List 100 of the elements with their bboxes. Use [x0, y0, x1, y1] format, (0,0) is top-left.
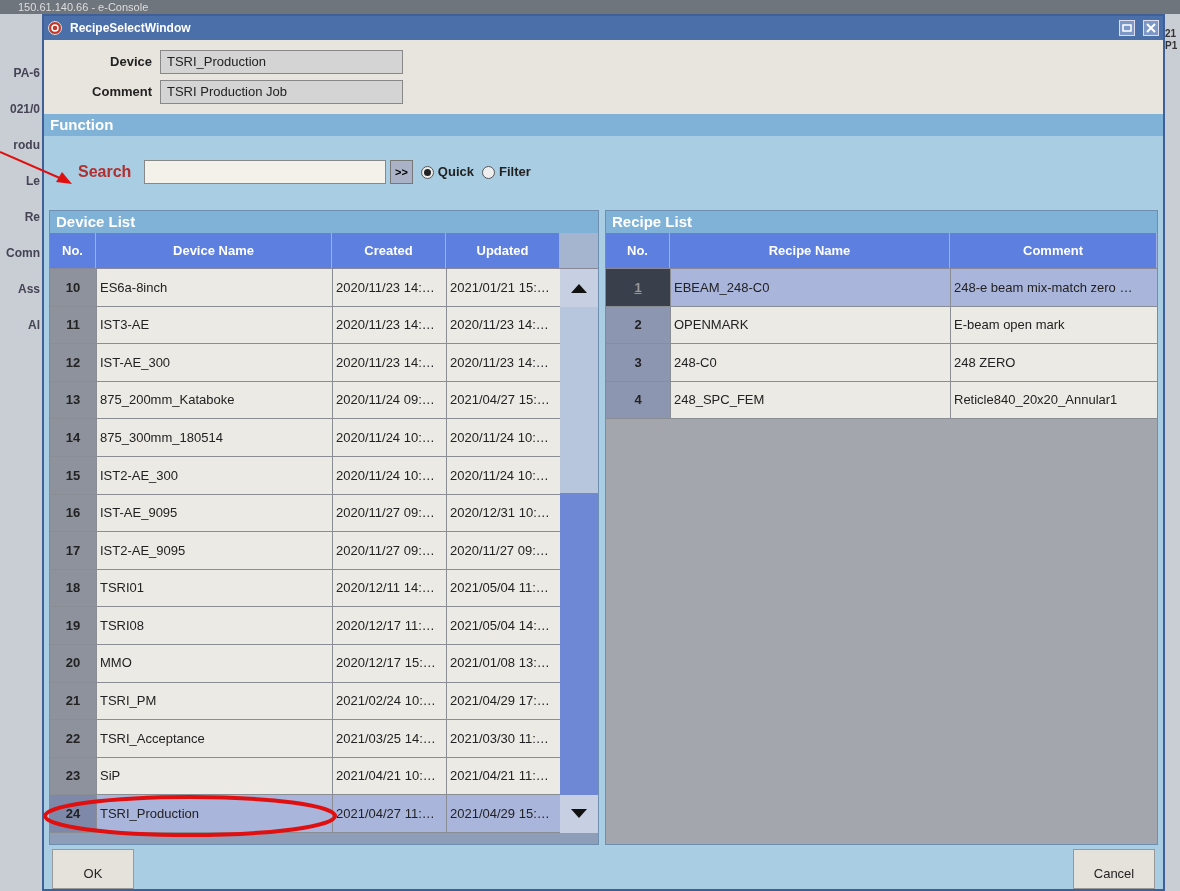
- table-cell: SiP: [96, 757, 332, 795]
- table-row[interactable]: 23 SiP 2021/04/21 10:… 2021/04/21 11:…: [50, 757, 560, 796]
- table-cell: 2020/11/23 14:…: [332, 269, 446, 306]
- row-number: 23: [50, 757, 96, 795]
- search-field[interactable]: [144, 160, 386, 184]
- column-header[interactable]: Device Name: [96, 233, 332, 268]
- table-cell: TSRI08: [96, 607, 332, 644]
- radio-label[interactable]: Quick: [437, 162, 474, 182]
- table-row[interactable]: 12 IST-AE_300 2020/11/23 14:… 2020/11/23 14:…: [50, 344, 560, 382]
- table-row[interactable]: 16 IST-AE_9095 2020/11/27 09:… 2020/12/31 10:…: [50, 494, 560, 533]
- table-row[interactable]: 11 IST3-AE 2020/11/23 14:… 2020/11/23 14:…: [50, 306, 560, 345]
- table-cell: 2020/11/23 14:…: [332, 306, 446, 344]
- row-number: 4: [606, 381, 670, 419]
- table-row[interactable]: 19 TSRI08 2020/12/17 11:… 2021/05/04 14:…: [50, 607, 560, 645]
- scroll-thumb[interactable]: [560, 493, 598, 795]
- maximize-icon[interactable]: [1119, 20, 1135, 36]
- background-text: PA-6: [13, 65, 40, 82]
- section-header: Device List: [50, 211, 598, 233]
- table-cell: 2021/03/25 14:…: [332, 720, 446, 757]
- row-number: 22: [50, 720, 96, 757]
- table-row[interactable]: 1 EBEAM_248-C0 248-e beam mix-match zero …: [606, 269, 1157, 307]
- background-text: Al: [28, 317, 40, 334]
- text-field[interactable]: TSRI Production Job: [160, 80, 403, 104]
- row-number: 19: [50, 607, 96, 644]
- table-row[interactable]: 13 875_200mm_Kataboke 2020/11/24 09:… 2021/04/27 15:…: [50, 381, 560, 420]
- table-cell: MMO: [96, 644, 332, 682]
- table-row[interactable]: 18 TSRI01 2020/12/11 14:… 2021/05/04 11:…: [50, 569, 560, 608]
- table-cell: IST2-AE_9095: [96, 532, 332, 569]
- table-cell: ES6a-8inch: [96, 269, 332, 306]
- row-number: 17: [50, 532, 96, 569]
- table-cell: 2020/11/24 10:…: [332, 456, 446, 494]
- search-label: Search: [78, 162, 133, 182]
- row-number: 1: [606, 269, 670, 306]
- scroll-down-icon[interactable]: [571, 809, 587, 819]
- table-row[interactable]: 22 TSRI_Acceptance 2021/03/25 14:… 2021/03/30 11:…: [50, 720, 560, 758]
- table-cell: 2021/04/27 11:…: [332, 795, 446, 832]
- table-row[interactable]: 3 248-C0 248 ZERO: [606, 344, 1157, 382]
- row-number: 16: [50, 494, 96, 532]
- search-go-button[interactable]: >>: [390, 160, 413, 184]
- table-cell: 875_300mm_180514: [96, 419, 332, 456]
- row-number: 21: [50, 682, 96, 720]
- table-cell: 2020/12/17 15:…: [332, 644, 446, 682]
- section-header: Function: [44, 114, 1163, 136]
- column-header[interactable]: Comment: [950, 233, 1157, 268]
- table-row[interactable]: 2 OPENMARK E-beam open mark: [606, 306, 1157, 345]
- table-row[interactable]: 14 875_300mm_180514 2020/11/24 10:… 2020/11/24 10:…: [50, 419, 560, 457]
- column-header[interactable]: Created: [332, 233, 446, 268]
- column-header[interactable]: Recipe Name: [670, 233, 950, 268]
- background-window-title: 150.61.140.66 - e-Console: [17, 0, 150, 14]
- table-cell: TSRI_Acceptance: [96, 720, 332, 757]
- table-cell: TSRI01: [96, 569, 332, 607]
- column-header[interactable]: Updated: [446, 233, 560, 268]
- table-cell: 2021/02/24 10:…: [332, 682, 446, 720]
- table-cell: 2020/12/17 11:…: [332, 607, 446, 644]
- row-number: 18: [50, 569, 96, 607]
- close-icon[interactable]: [1143, 20, 1159, 36]
- scroll-up-icon[interactable]: [571, 283, 587, 293]
- row-number: 13: [50, 381, 96, 419]
- field-label: Device: [109, 53, 152, 72]
- table-cell: TSRI_PM: [96, 682, 332, 720]
- table-row[interactable]: 24 TSRI_Production 2021/04/27 11:… 2021/04/29 15:…: [50, 795, 560, 833]
- text-field[interactable]: TSRI_Production: [160, 50, 403, 74]
- radio-label[interactable]: Filter: [499, 162, 531, 182]
- row-number: 12: [50, 344, 96, 381]
- table-cell: EBEAM_248-C0: [670, 269, 950, 306]
- table-cell: 2020/11/27 09:…: [332, 532, 446, 569]
- table-row[interactable]: 4 248_SPC_FEM Reticle840_20x20_Annular1: [606, 381, 1157, 420]
- table-cell: 248-e beam mix-match zero …: [950, 269, 1157, 306]
- background-text: rodu: [13, 137, 40, 154]
- table-cell: 2020/11/27 09:…: [332, 494, 446, 532]
- radio-button[interactable]: [482, 165, 495, 179]
- table-cell: IST-AE_300: [96, 344, 332, 381]
- column-header[interactable]: No.: [50, 233, 96, 268]
- dialog-button[interactable]: Cancel: [1073, 849, 1155, 889]
- table-cell: 248_SPC_FEM: [670, 381, 950, 419]
- background-text: Re: [24, 209, 40, 226]
- table-row[interactable]: 10 ES6a-8inch 2020/11/23 14:… 2021/01/21 15:…: [50, 269, 560, 307]
- column-header[interactable]: No.: [606, 233, 670, 268]
- table-row[interactable]: 20 MMO 2020/12/17 15:… 2021/01/08 13:…: [50, 644, 560, 683]
- table-cell: 2020/12/11 14:…: [332, 569, 446, 607]
- section-header: Recipe List: [606, 211, 1157, 233]
- radio-button[interactable]: [420, 165, 434, 179]
- window-title: RecipeSelectWindow: [70, 20, 191, 37]
- background-text: Ass: [18, 281, 40, 298]
- table-cell: 2020/11/23 14:…: [332, 344, 446, 381]
- table-cell: IST-AE_9095: [96, 494, 332, 532]
- table-row[interactable]: 17 IST2-AE_9095 2020/11/27 09:… 2020/11/27 09:…: [50, 532, 560, 570]
- table-cell: OPENMARK: [670, 306, 950, 344]
- table-cell: 248 ZERO: [950, 344, 1157, 381]
- scrollbar[interactable]: [560, 269, 598, 833]
- header-corner: [560, 233, 598, 268]
- row-number: 2: [606, 306, 670, 344]
- table-cell: 2021/04/21 10:…: [332, 757, 446, 795]
- background-text: P1: [1165, 40, 1179, 52]
- table-row[interactable]: 15 IST2-AE_300 2020/11/24 10:… 2020/11/24 10:…: [50, 456, 560, 495]
- table-cell: Reticle840_20x20_Annular1: [950, 381, 1157, 419]
- annotation-arrow: [0, 151, 72, 184]
- table-cell: E-beam open mark: [950, 306, 1157, 344]
- table-row[interactable]: 21 TSRI_PM 2021/02/24 10:… 2021/04/29 17:…: [50, 682, 560, 721]
- dialog-button[interactable]: OK: [52, 849, 134, 889]
